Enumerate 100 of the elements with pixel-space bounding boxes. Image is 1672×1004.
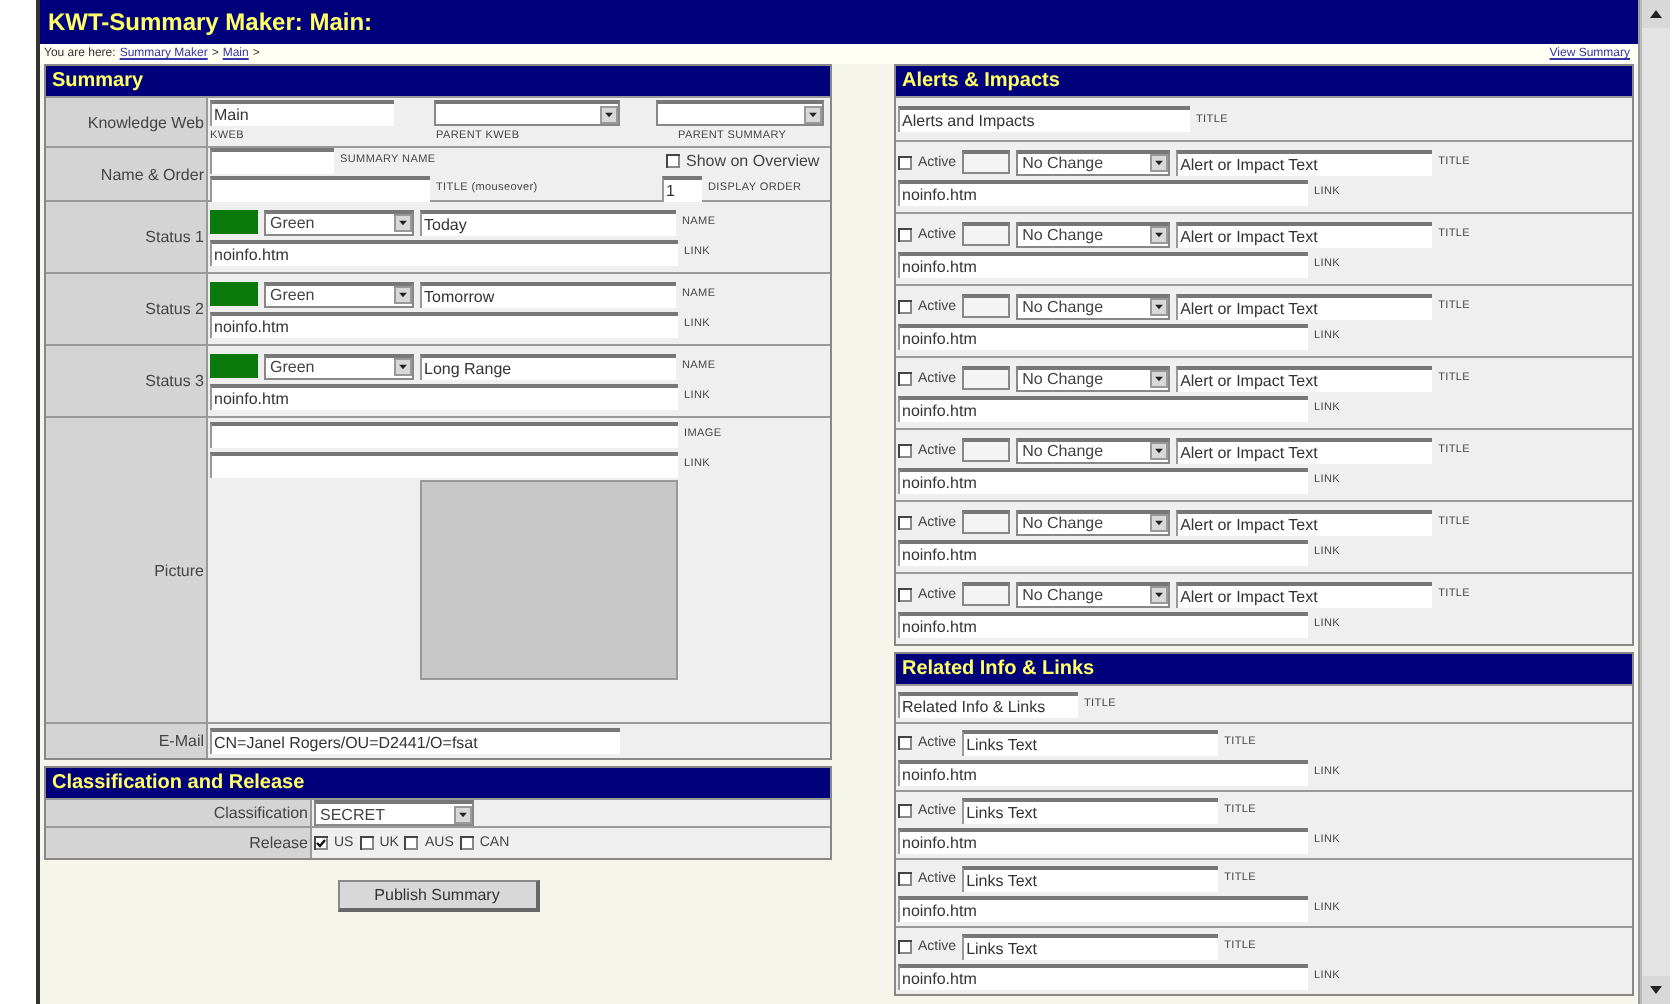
caret-icon xyxy=(394,358,412,376)
caret-icon xyxy=(1150,154,1169,172)
color-field[interactable] xyxy=(962,294,1011,318)
dropdown[interactable]: Green xyxy=(264,281,414,307)
text-field[interactable]: Alert or Impact Text xyxy=(1176,293,1433,319)
text-field[interactable]: Links Text xyxy=(962,797,1219,823)
checkbox[interactable] xyxy=(898,227,912,241)
caret-icon xyxy=(600,105,618,123)
checkbox[interactable] xyxy=(666,153,680,167)
caret-icon xyxy=(1150,298,1169,316)
text-field[interactable]: noinfo.htm xyxy=(898,251,1308,277)
caret-icon xyxy=(1150,586,1169,604)
caret-icon xyxy=(1150,442,1169,460)
publish-summary-button[interactable]: Publish Summary xyxy=(337,880,539,912)
text-field[interactable]: Links Text xyxy=(962,729,1219,755)
status-color-swatch[interactable] xyxy=(210,354,258,378)
text-field[interactable]: Long Range xyxy=(420,353,676,379)
text-field[interactable] xyxy=(210,421,678,447)
row-label: Release xyxy=(46,828,312,858)
color-field[interactable] xyxy=(962,150,1011,174)
row-label: Status 2 xyxy=(46,274,208,344)
scrollbar[interactable] xyxy=(1640,0,1670,1004)
text-field[interactable]: noinfo.htm xyxy=(898,611,1308,637)
checkbox[interactable] xyxy=(898,871,912,885)
text-field[interactable]: noinfo.htm xyxy=(898,895,1308,921)
text-field[interactable]: Tomorrow xyxy=(420,281,676,307)
text-field[interactable]: noinfo.htm xyxy=(898,759,1308,785)
color-field[interactable] xyxy=(962,222,1011,246)
row-label: Name & Order xyxy=(46,148,208,200)
checkbox[interactable] xyxy=(314,836,328,850)
text-field[interactable]: Links Text xyxy=(962,865,1219,891)
text-field[interactable]: Main xyxy=(210,100,394,126)
dropdown[interactable] xyxy=(434,100,620,126)
checkbox-label: Show on Overview xyxy=(686,151,820,169)
text-field[interactable]: noinfo.htm xyxy=(898,323,1308,349)
dropdown[interactable]: No Change xyxy=(1016,221,1171,247)
text-field[interactable]: 1 xyxy=(662,175,702,201)
checkbox[interactable] xyxy=(898,939,912,953)
row-label: Status 3 xyxy=(46,346,208,416)
checkbox[interactable] xyxy=(404,836,419,850)
text-field[interactable]: noinfo.htm xyxy=(898,539,1308,565)
checkbox[interactable] xyxy=(898,587,912,601)
checkbox[interactable] xyxy=(359,836,374,850)
text-field[interactable]: Alert or Impact Text xyxy=(1176,509,1433,535)
color-field[interactable] xyxy=(962,582,1011,606)
text-field[interactable]: Alerts and Impacts xyxy=(898,106,1190,132)
text-field[interactable]: Links Text xyxy=(962,933,1219,959)
text-field[interactable]: Alert or Impact Text xyxy=(1176,221,1433,247)
checkbox[interactable] xyxy=(898,155,912,169)
text-field[interactable]: Alert or Impact Text xyxy=(1176,365,1433,391)
status-color-swatch[interactable] xyxy=(210,210,258,234)
checkbox[interactable] xyxy=(898,515,912,529)
row-label: E-Mail xyxy=(46,724,208,758)
section-header: Classification and Release xyxy=(46,768,830,798)
dropdown[interactable]: No Change xyxy=(1016,581,1171,607)
text-field[interactable]: noinfo.htm xyxy=(210,239,678,265)
checkbox[interactable] xyxy=(898,803,912,817)
checkbox[interactable] xyxy=(898,735,912,749)
text-field[interactable]: Today xyxy=(420,209,676,235)
caret-icon xyxy=(1150,226,1169,244)
text-field[interactable]: noinfo.htm xyxy=(898,179,1308,205)
caret-icon xyxy=(1150,514,1169,532)
checkbox[interactable] xyxy=(898,443,912,457)
checkbox[interactable] xyxy=(898,299,912,313)
color-field[interactable] xyxy=(962,366,1011,390)
checkbox[interactable] xyxy=(898,371,912,385)
text-field[interactable]: noinfo.htm xyxy=(210,383,678,409)
text-field[interactable]: noinfo.htm xyxy=(898,395,1308,421)
text-field[interactable] xyxy=(210,451,678,477)
dropdown[interactable]: No Change xyxy=(1016,365,1171,391)
text-field[interactable]: Alert or Impact Text xyxy=(1176,581,1433,607)
dropdown[interactable]: Green xyxy=(264,209,414,235)
text-field[interactable]: noinfo.htm xyxy=(210,311,678,337)
text-field[interactable]: noinfo.htm xyxy=(898,963,1308,989)
dropdown[interactable]: SECRET xyxy=(314,800,474,826)
section-header: Alerts & Impacts xyxy=(896,66,1632,96)
section-header: Related Info & Links xyxy=(896,654,1632,684)
dropdown[interactable]: Green xyxy=(264,353,414,379)
scroll-up-icon[interactable] xyxy=(1642,0,1670,28)
color-field[interactable] xyxy=(962,438,1011,462)
caret-icon xyxy=(394,286,412,304)
text-field[interactable]: Alert or Impact Text xyxy=(1176,149,1433,175)
checkbox[interactable] xyxy=(459,836,474,850)
section-header: Summary xyxy=(46,66,830,96)
text-field[interactable]: noinfo.htm xyxy=(898,827,1308,853)
dropdown[interactable]: No Change xyxy=(1016,149,1171,175)
text-field[interactable]: Related Info & Links xyxy=(898,691,1078,717)
dropdown[interactable]: No Change xyxy=(1016,293,1171,319)
text-field[interactable]: noinfo.htm xyxy=(898,467,1308,493)
scroll-down-icon[interactable] xyxy=(1642,976,1670,1004)
text-field[interactable] xyxy=(210,175,430,201)
dropdown[interactable]: No Change xyxy=(1016,437,1171,463)
status-color-swatch[interactable] xyxy=(210,282,258,306)
caret-icon xyxy=(394,214,412,232)
text-field[interactable] xyxy=(210,147,334,173)
dropdown[interactable] xyxy=(656,100,824,126)
text-field[interactable]: CN=Janel Rogers/OU=D2441/O=fsat xyxy=(210,728,620,754)
color-field[interactable] xyxy=(962,510,1011,534)
dropdown[interactable]: No Change xyxy=(1016,509,1171,535)
text-field[interactable]: Alert or Impact Text xyxy=(1176,437,1433,463)
